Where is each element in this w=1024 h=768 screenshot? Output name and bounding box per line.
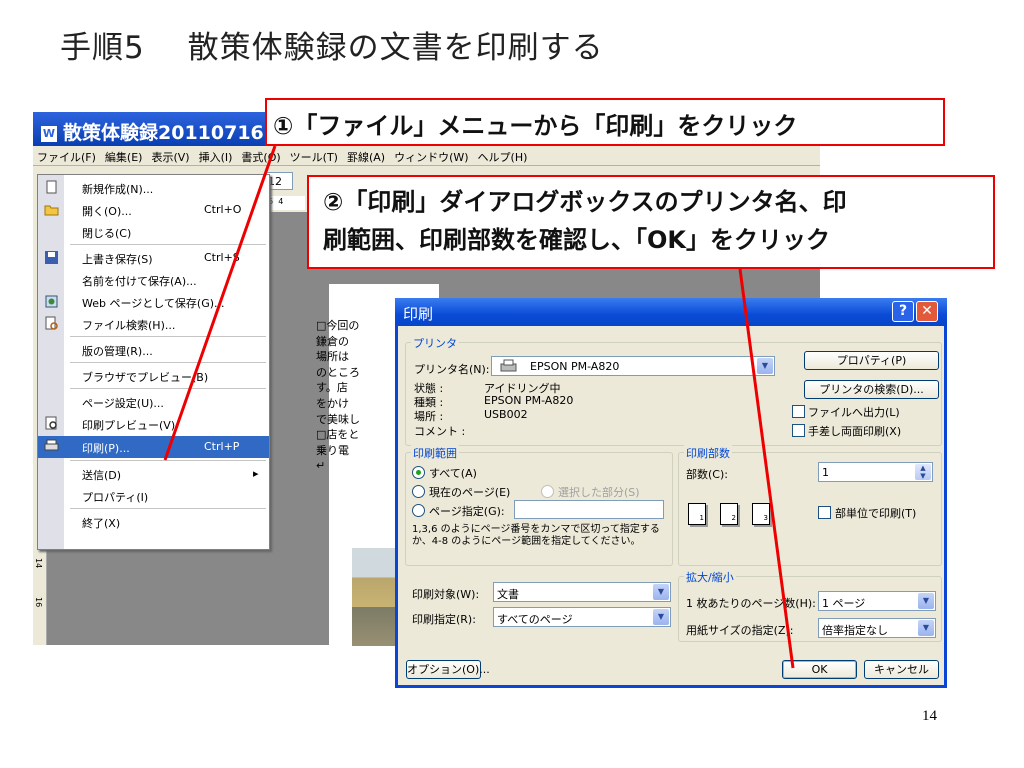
pointer-arrows — [163, 145, 795, 669]
step1-pointer — [163, 145, 277, 461]
page-number: 14 — [922, 708, 937, 724]
step2-pointer — [738, 268, 795, 669]
